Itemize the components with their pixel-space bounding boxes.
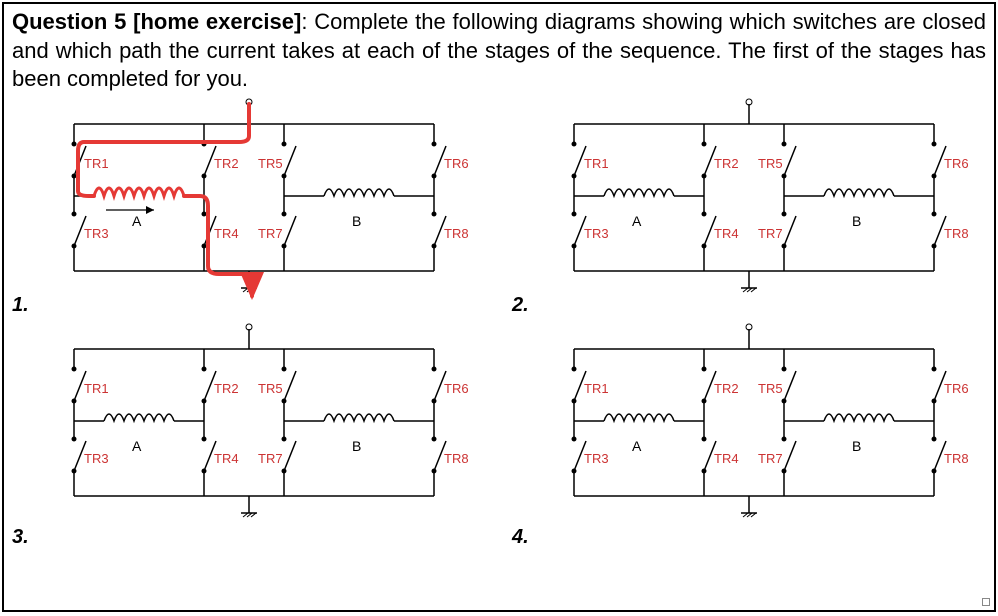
svg-text:TR5: TR5: [758, 156, 783, 171]
svg-text:TR2: TR2: [714, 381, 739, 396]
label-tr4: TR4: [214, 226, 239, 241]
diagram-number-4: 4.: [512, 526, 529, 549]
label-coil-a: A: [132, 213, 142, 229]
svg-text:TR8: TR8: [444, 451, 469, 466]
svg-text:TR4: TR4: [214, 451, 239, 466]
label-tr1: TR1: [84, 156, 109, 171]
label-coil-b: B: [352, 213, 361, 229]
svg-text:A: A: [132, 438, 142, 454]
label-tr8: TR8: [444, 226, 469, 241]
svg-text:B: B: [852, 213, 861, 229]
svg-text:TR6: TR6: [444, 381, 469, 396]
label-tr7: TR7: [258, 226, 283, 241]
label-tr3: TR3: [84, 226, 109, 241]
svg-text:A: A: [632, 438, 642, 454]
label-tr6: TR6: [444, 156, 469, 171]
svg-text:TR8: TR8: [944, 451, 969, 466]
diagram-2: TR1 TR2 TR5 TR6 TR3 TR4 TR7 TR8 A B: [534, 96, 974, 316]
svg-text:TR3: TR3: [584, 226, 609, 241]
svg-text:TR8: TR8: [944, 226, 969, 241]
svg-text:A: A: [632, 213, 642, 229]
question-label: Question 5 [home exercise]: [12, 9, 301, 34]
svg-text:B: B: [352, 438, 361, 454]
page-frame: Question 5 [home exercise]: Complete the…: [2, 2, 996, 612]
svg-text:TR3: TR3: [584, 451, 609, 466]
svg-text:TR6: TR6: [944, 381, 969, 396]
diagram-number-2: 2.: [512, 294, 529, 317]
svg-text:TR5: TR5: [258, 381, 283, 396]
label-tr5: TR5: [258, 156, 283, 171]
svg-text:TR6: TR6: [944, 156, 969, 171]
diagram-3: TR1 TR2 TR5 TR6 TR3 TR4 TR7 TR8 A B: [34, 321, 474, 541]
svg-text:TR2: TR2: [214, 381, 239, 396]
svg-text:TR4: TR4: [714, 451, 739, 466]
diagram-1: TR1 TR2 TR5 TR6 TR3 TR4 TR7 TR8 A B: [34, 96, 474, 316]
svg-text:TR7: TR7: [758, 451, 783, 466]
svg-text:TR3: TR3: [84, 451, 109, 466]
label-tr2: TR2: [214, 156, 239, 171]
diagram-number-1: 1.: [12, 294, 29, 317]
diagram-number-3: 3.: [12, 526, 29, 549]
svg-text:B: B: [852, 438, 861, 454]
svg-text:TR1: TR1: [584, 156, 609, 171]
svg-text:TR5: TR5: [758, 381, 783, 396]
svg-text:TR7: TR7: [758, 226, 783, 241]
svg-text:TR1: TR1: [84, 381, 109, 396]
svg-text:TR7: TR7: [258, 451, 283, 466]
svg-text:TR4: TR4: [714, 226, 739, 241]
question-prompt: Question 5 [home exercise]: Complete the…: [4, 4, 994, 96]
svg-text:TR2: TR2: [714, 156, 739, 171]
svg-text:TR1: TR1: [584, 381, 609, 396]
diagram-4: TR1 TR2 TR5 TR6 TR3 TR4 TR7 TR8 A B: [534, 321, 974, 541]
resize-handle-icon: [982, 598, 990, 606]
